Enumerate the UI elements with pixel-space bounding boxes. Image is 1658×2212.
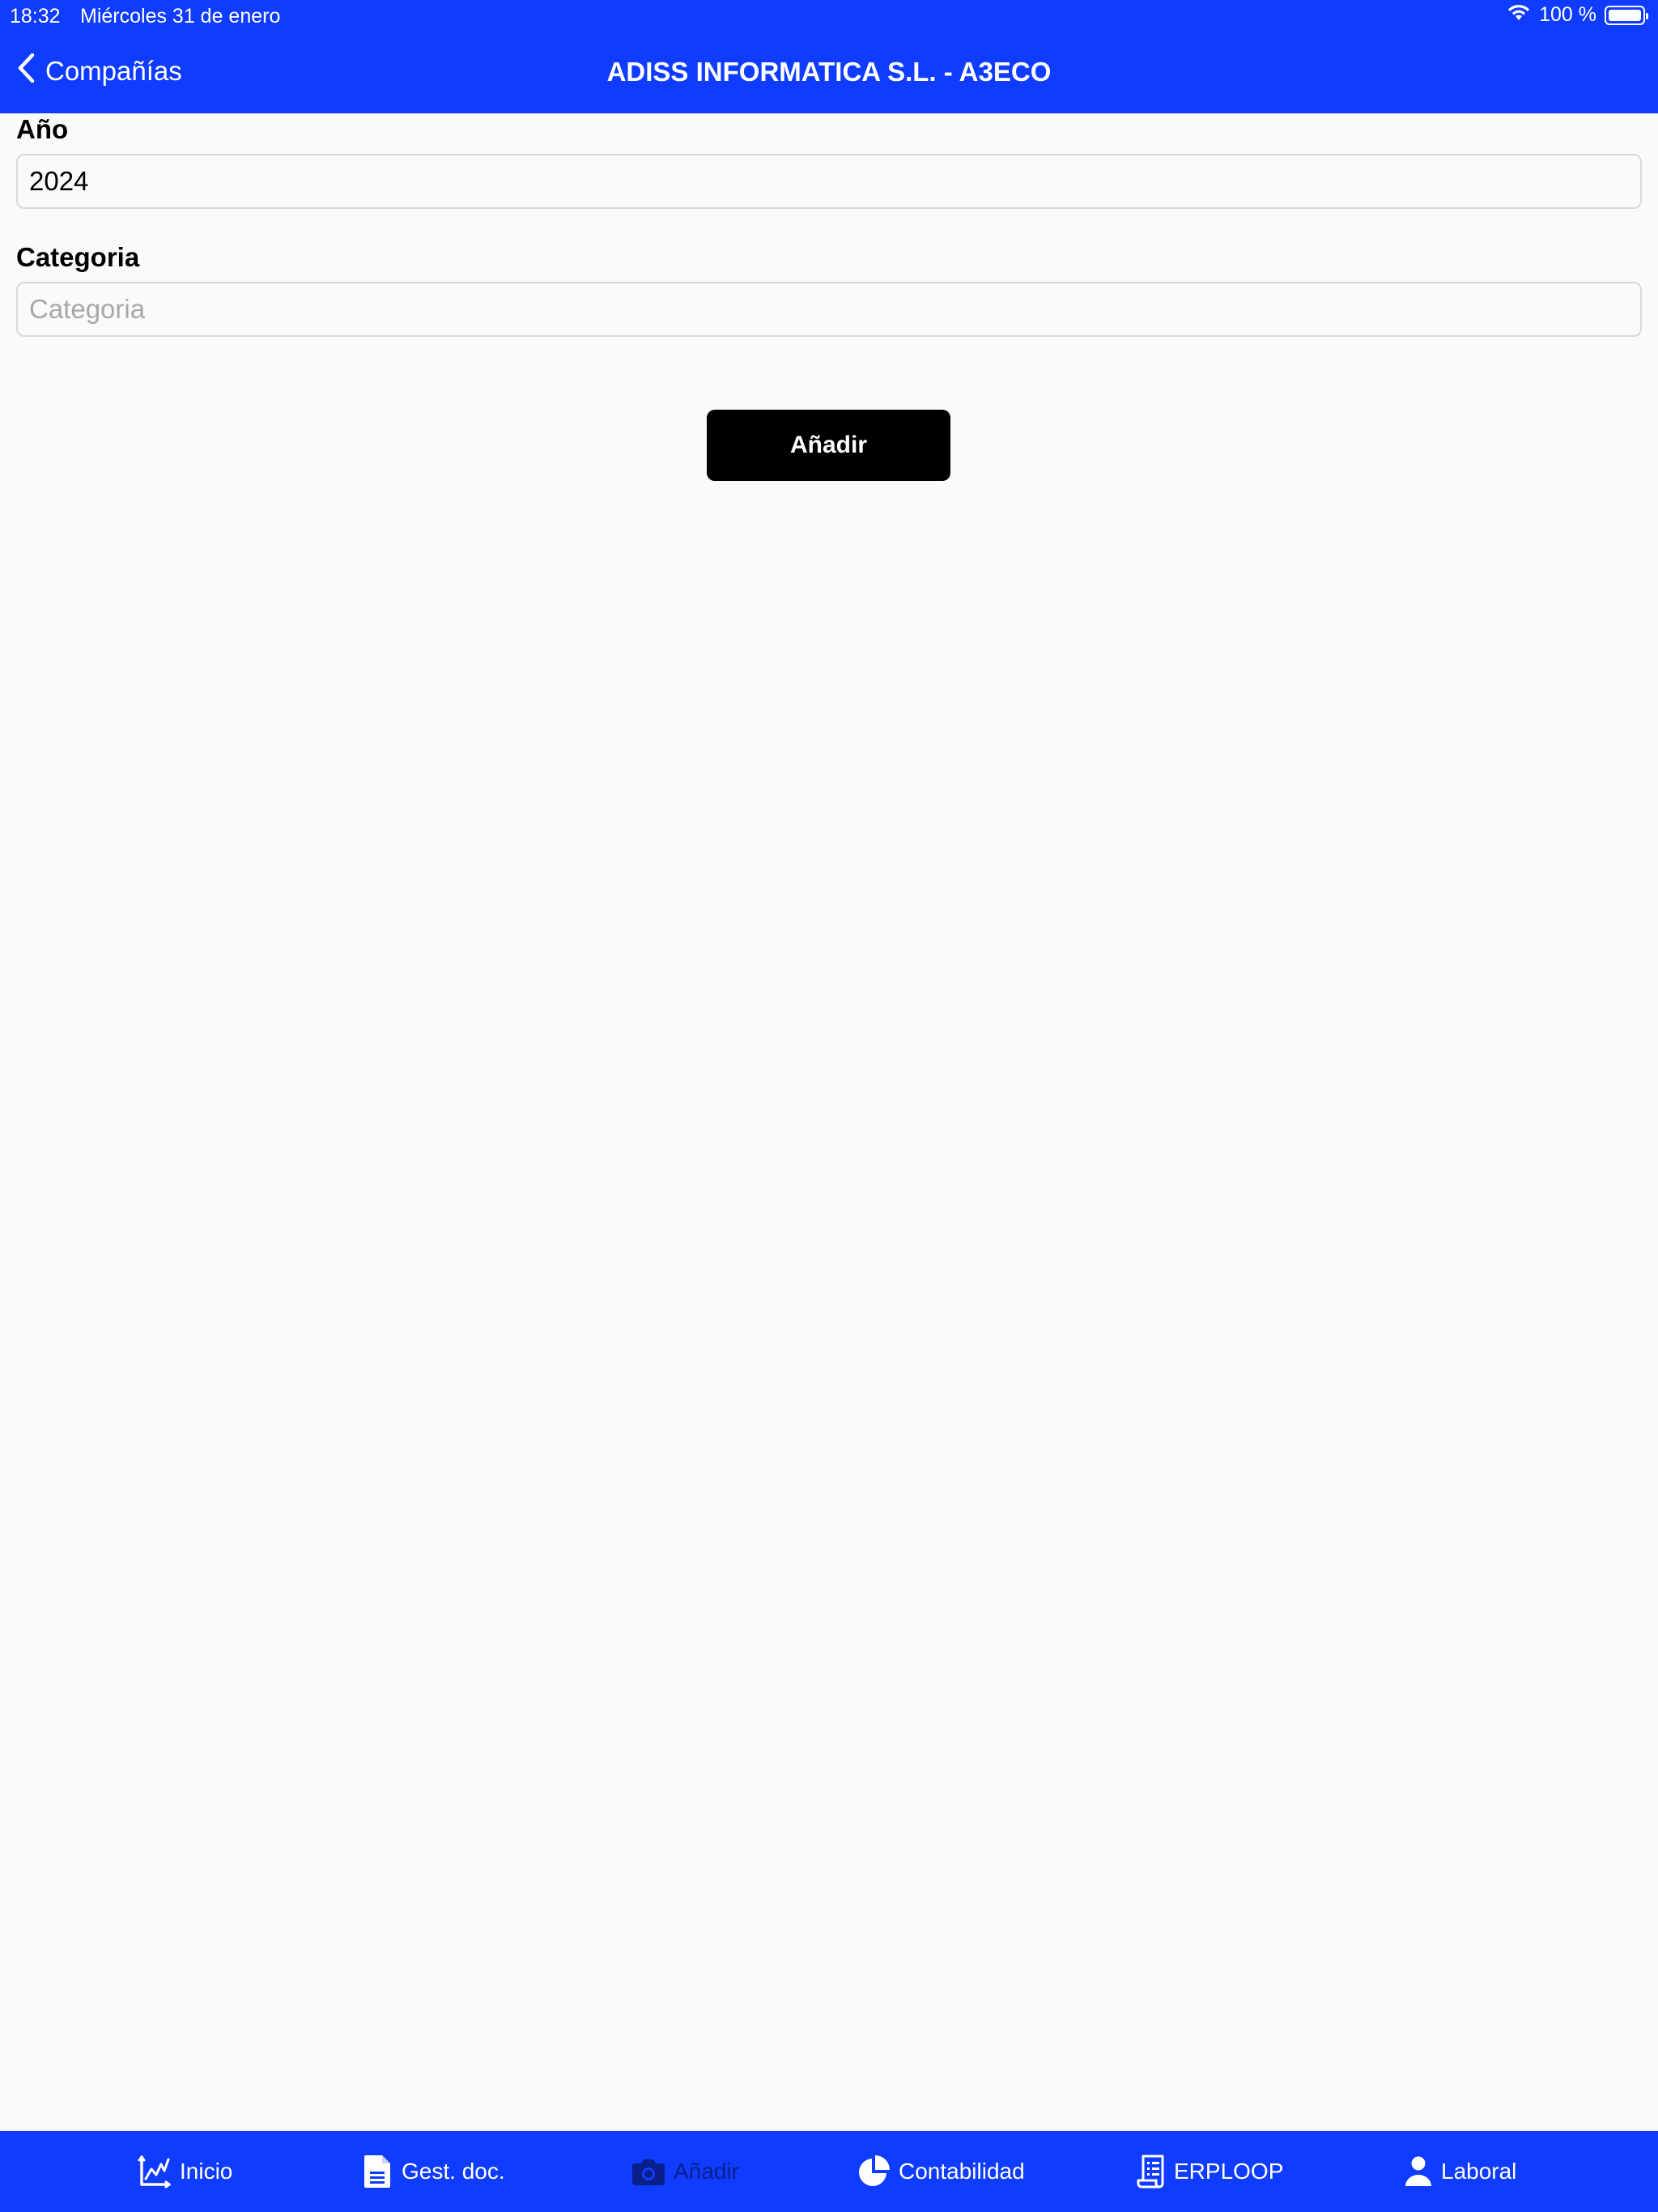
chart-icon [138,2155,172,2189]
person-icon [1404,2155,1433,2188]
tab-inicio[interactable]: Inicio [138,2154,232,2189]
tab-label: Contabilidad [899,2159,1025,2184]
pie-chart-icon [857,2155,891,2189]
add-form: Año Categoria [16,113,1642,337]
tab-gest-doc[interactable]: Gest. doc. [361,2154,505,2189]
status-date: Miércoles 31 de enero [80,5,281,28]
navigation-bar: Compañías ADISS INFORMATICA S.L. - A3ECO [0,32,1658,113]
tab-label: ERPLOOP [1174,2159,1284,2184]
tab-label: Laboral [1441,2159,1517,2184]
receipt-icon [1137,2155,1166,2189]
battery-percent: 100 % [1539,3,1596,26]
tab-label: Añadir [674,2159,739,2184]
page-title: ADISS INFORMATICA S.L. - A3ECO [606,57,1052,87]
tab-label: Gest. doc. [402,2159,505,2184]
status-indicators: 100 % [1507,3,1648,27]
tab-contabilidad[interactable]: Contabilidad [857,2154,1025,2189]
year-label: Año [16,114,69,144]
status-time: 18:32 [10,5,61,28]
battery-icon [1605,5,1648,25]
tab-anadir[interactable]: Añadir [631,2154,739,2189]
category-input[interactable] [16,282,1642,337]
category-label: Categoria [16,242,140,272]
app-header: 18:32 Miércoles 31 de enero 100 % Compañ… [0,0,1658,113]
wifi-icon [1507,3,1531,27]
document-icon [361,2154,393,2189]
add-button[interactable]: Añadir [707,410,950,481]
camera-icon [631,2157,665,2186]
tab-erploop[interactable]: ERPLOOP [1137,2154,1283,2189]
tab-bar: Inicio Gest. doc. Añadir Contabilidad ER… [0,2131,1658,2212]
tab-laboral[interactable]: Laboral [1404,2154,1516,2189]
status-bar: 18:32 Miércoles 31 de enero 100 % [0,0,1658,32]
year-input[interactable] [16,154,1642,209]
tab-label: Inicio [180,2159,233,2184]
